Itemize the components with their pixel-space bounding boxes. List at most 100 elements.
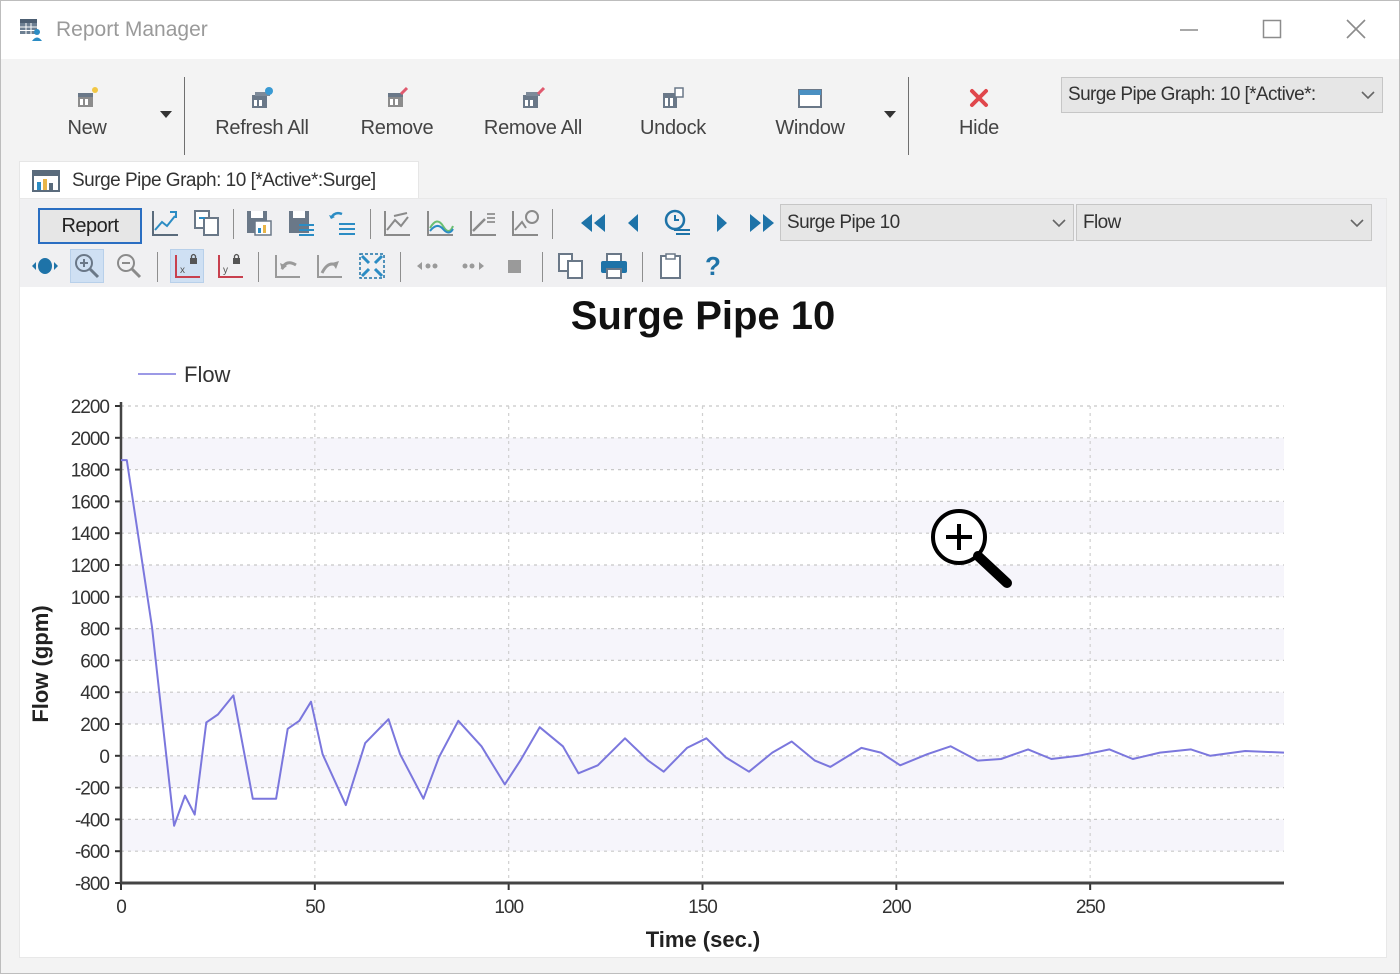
undock-label: Undock [639,117,706,139]
y-tick-label: -600 [75,842,109,863]
zoom-out-icon [117,254,142,279]
minimize-button[interactable] [1159,9,1219,49]
toolbar-separator [642,252,643,282]
chevron-down-icon [1350,218,1364,227]
toolbar-separator [233,209,234,239]
toolbar-separator [157,252,158,282]
window-dropdown-arrow[interactable] [883,109,897,121]
undock-button[interactable]: Undock [631,85,715,149]
fast-forward-icon [750,214,774,232]
stop-button[interactable] [497,249,531,283]
new-button[interactable]: New [59,85,115,149]
graph-series-button[interactable] [148,206,182,240]
ribbon-separator [908,77,909,155]
time-settings-button[interactable] [660,206,694,240]
toolbar-separator [370,209,371,239]
zoom-out-button[interactable] [112,249,146,283]
hide-button[interactable]: Hide [951,85,1007,149]
x-tick-label: 100 [494,897,523,918]
pan-hand-icon [32,258,58,274]
save-chart-icon [247,211,272,236]
pan-button[interactable] [28,249,62,283]
tab-label: Surge Pipe Graph: 10 [*Active*:Surge] [72,170,376,191]
save-settings-icon [289,211,314,236]
chart-time-icon [512,210,539,236]
zoom-in-icon [75,254,100,279]
scroll-right-icon [462,262,484,270]
previous-step-button[interactable] [617,206,651,240]
print-button[interactable] [597,249,631,283]
y-tick-label: -800 [75,874,109,895]
x-tick-labels: 0 50 100 150 200 250 [116,897,1106,918]
x-tick-label: 250 [1076,897,1105,918]
minimize-icon [1180,29,1198,31]
zoom-in-button[interactable] [70,249,104,283]
help-button[interactable]: ? [696,249,730,283]
report-button[interactable]: Report [38,208,142,244]
undo-zoom-button[interactable] [270,249,304,283]
x-tick-label: 0 [116,897,126,918]
y-axis-lock-icon: y [218,253,243,278]
remove-icon [388,86,409,107]
save-options-button[interactable] [284,206,318,240]
ribbon-separator [184,77,185,155]
chevron-down-icon [1052,218,1066,227]
scroll-right-button[interactable] [455,249,489,283]
chart-area[interactable]: -800 -600 -400 -200 0 200 400 600 800 1000 1200 140… [20,287,1386,957]
flow-chart[interactable]: -800-600-400-200020040060080010001200140… [20,287,1386,957]
redo-zoom-icon [317,255,342,278]
refresh-all-label: Refresh All [215,117,309,139]
clipboard-icon [660,253,681,279]
last-step-button[interactable] [745,206,779,240]
graph-document: Report Surge Pipe 10 Flow x y ? -800 -60… [19,198,1387,958]
copy-button[interactable] [554,249,588,283]
tab-surge-pipe-graph[interactable]: Surge Pipe Graph: 10 [*Active*:Surge] [19,161,419,199]
notes-button[interactable] [654,249,688,283]
window-button[interactable]: Window [765,85,855,149]
field-selector-value: Flow [1083,211,1121,233]
field-selector-dropdown[interactable]: Flow [1076,204,1372,241]
remove-all-label: Remove All [483,117,583,139]
lock-x-axis-button[interactable]: x [170,249,204,283]
refresh-all-button[interactable]: Refresh All [206,85,318,149]
scroll-left-button[interactable] [412,249,446,283]
toolbar-separator [258,252,259,282]
maximize-button[interactable] [1242,9,1302,49]
chart-type-2-button[interactable] [423,206,457,240]
lock-y-axis-button[interactable]: y [213,249,247,283]
save-graph-button[interactable] [242,206,276,240]
hide-x-icon [970,89,988,107]
redo-zoom-button[interactable] [312,249,346,283]
chart-type-1-button[interactable] [380,206,414,240]
sync-settings-button[interactable] [325,206,359,240]
remove-all-button[interactable]: Remove All [475,85,591,149]
printer-icon [601,253,627,279]
remove-button[interactable]: Remove [353,85,441,149]
next-step-button[interactable] [704,206,738,240]
first-step-button[interactable] [576,206,610,240]
chart-type-3-button[interactable] [466,206,500,240]
y-tick-label: 400 [80,683,109,704]
x-tick-label: 50 [305,897,325,918]
clock-settings-icon [664,209,690,235]
window-title: Report Manager [56,18,208,41]
undo-zoom-icon [275,255,300,278]
ribbon-toolbar: New Refresh All Remove Remove All Undock… [1,59,1399,159]
chart-title: Surge Pipe 10 [571,294,836,338]
y-tick-label: 1000 [71,588,110,609]
close-button[interactable] [1326,9,1386,49]
chart-type-4-button[interactable] [508,206,542,240]
new-dropdown-arrow[interactable] [159,109,173,121]
report-selector-dropdown[interactable]: Surge Pipe Graph: 10 [*Active*: [1061,77,1383,113]
zoom-extents-button[interactable] [355,249,389,283]
svg-text:x: x [180,265,185,276]
y-tick-label: 600 [80,651,109,672]
y-tick-label: -200 [75,779,109,800]
chevron-down-icon [1361,91,1375,100]
copy-graph-button[interactable] [190,206,224,240]
element-selector-dropdown[interactable]: Surge Pipe 10 [780,204,1074,241]
report-selector-value: Surge Pipe Graph: 10 [*Active*: [1068,84,1316,105]
y-tick-label: 1200 [71,556,110,577]
undock-icon [663,87,684,108]
y-tick-label: 800 [80,620,109,641]
